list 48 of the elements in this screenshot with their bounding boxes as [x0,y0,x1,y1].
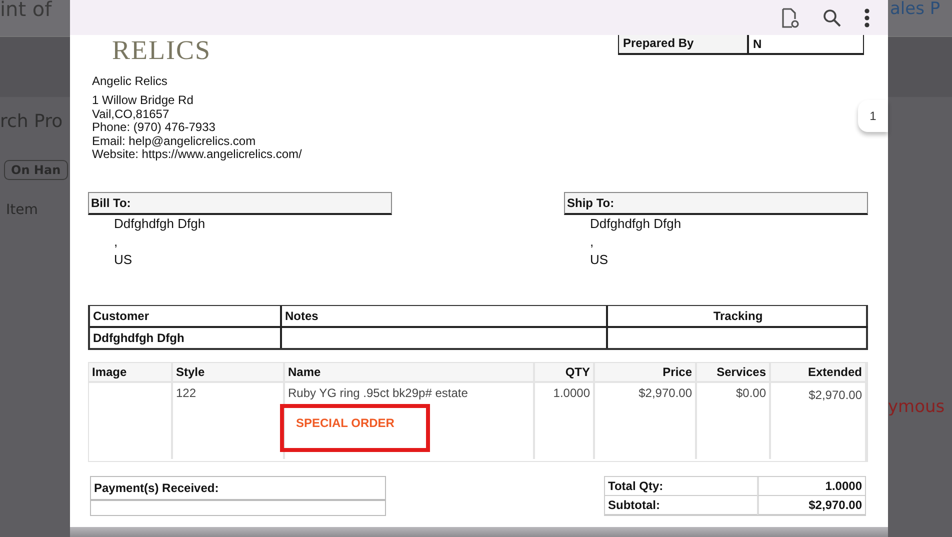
total-value: 1.0000 [757,476,865,496]
company-logo: RELICS [112,35,212,67]
ship-to-line: Ddfghdfgh Dfgh [590,214,682,232]
total-label: Total Qty: [605,476,757,496]
table-cell: 1.0000 [535,382,595,458]
table-header: Notes [282,306,608,328]
company-address-line: 1 Willow Bridge Rd [92,94,194,108]
table-header: Services [697,362,771,382]
document-settings-icon[interactable] [780,6,800,28]
table-header: Extended [771,362,867,382]
table-header: Name [285,362,535,382]
search-icon[interactable] [822,8,842,28]
bill-to-line: US [114,250,134,268]
ship-to-line: US [590,250,610,268]
company-address-line: Website: https://www.angelicrelics.com/ [92,148,302,162]
table-header: Price [595,362,697,382]
page-number: 1 [858,100,888,132]
company-address-line: Vail,CO,81657 [92,108,170,121]
prepared-by-label: Prepared By [619,35,749,53]
customer-name: ymous [888,397,946,417]
table-header: QTY [535,362,595,382]
total-value: $2,970.00 [757,496,865,514]
table-cell-text: Ddfghdfgh Dfgh [92,330,186,346]
table-cell: 122 [173,382,285,458]
company-address-line: Email: help@angelicrelics.com [92,134,257,148]
ship-to-heading: Ship To: [564,192,868,214]
bill-to-line: , [114,232,119,250]
company-name: Angelic Relics [92,74,168,88]
special-order-note: SPECIAL ORDER [280,404,430,452]
page-heading: ales P [888,0,952,36]
column-header: Item [6,202,39,218]
table-cell: $2,970.00 [595,382,697,458]
table-header: Tracking [608,306,868,328]
company-address-line: Phone: (970) 476-7933 [92,121,216,134]
item-name: Ruby YG ring .95ct bk29p# estate [288,386,469,400]
table-cell: $2,970.00 [771,382,867,460]
table-header: Image [89,362,173,382]
payments-heading: Payment(s) Received: [91,476,385,500]
ship-to-line: , [590,232,595,250]
bill-to-heading: Bill To: [88,192,392,214]
more-options-icon[interactable] [864,8,870,28]
table-header: Style [173,362,285,382]
bill-to-line: Ddfghdfgh Dfgh [114,214,206,232]
page-title: int of [0,0,70,36]
prepared-by-value: N [752,36,763,53]
table-cell: $0.00 [697,382,771,458]
total-label: Subtotal: [605,496,757,514]
table-header: Customer [90,306,282,328]
